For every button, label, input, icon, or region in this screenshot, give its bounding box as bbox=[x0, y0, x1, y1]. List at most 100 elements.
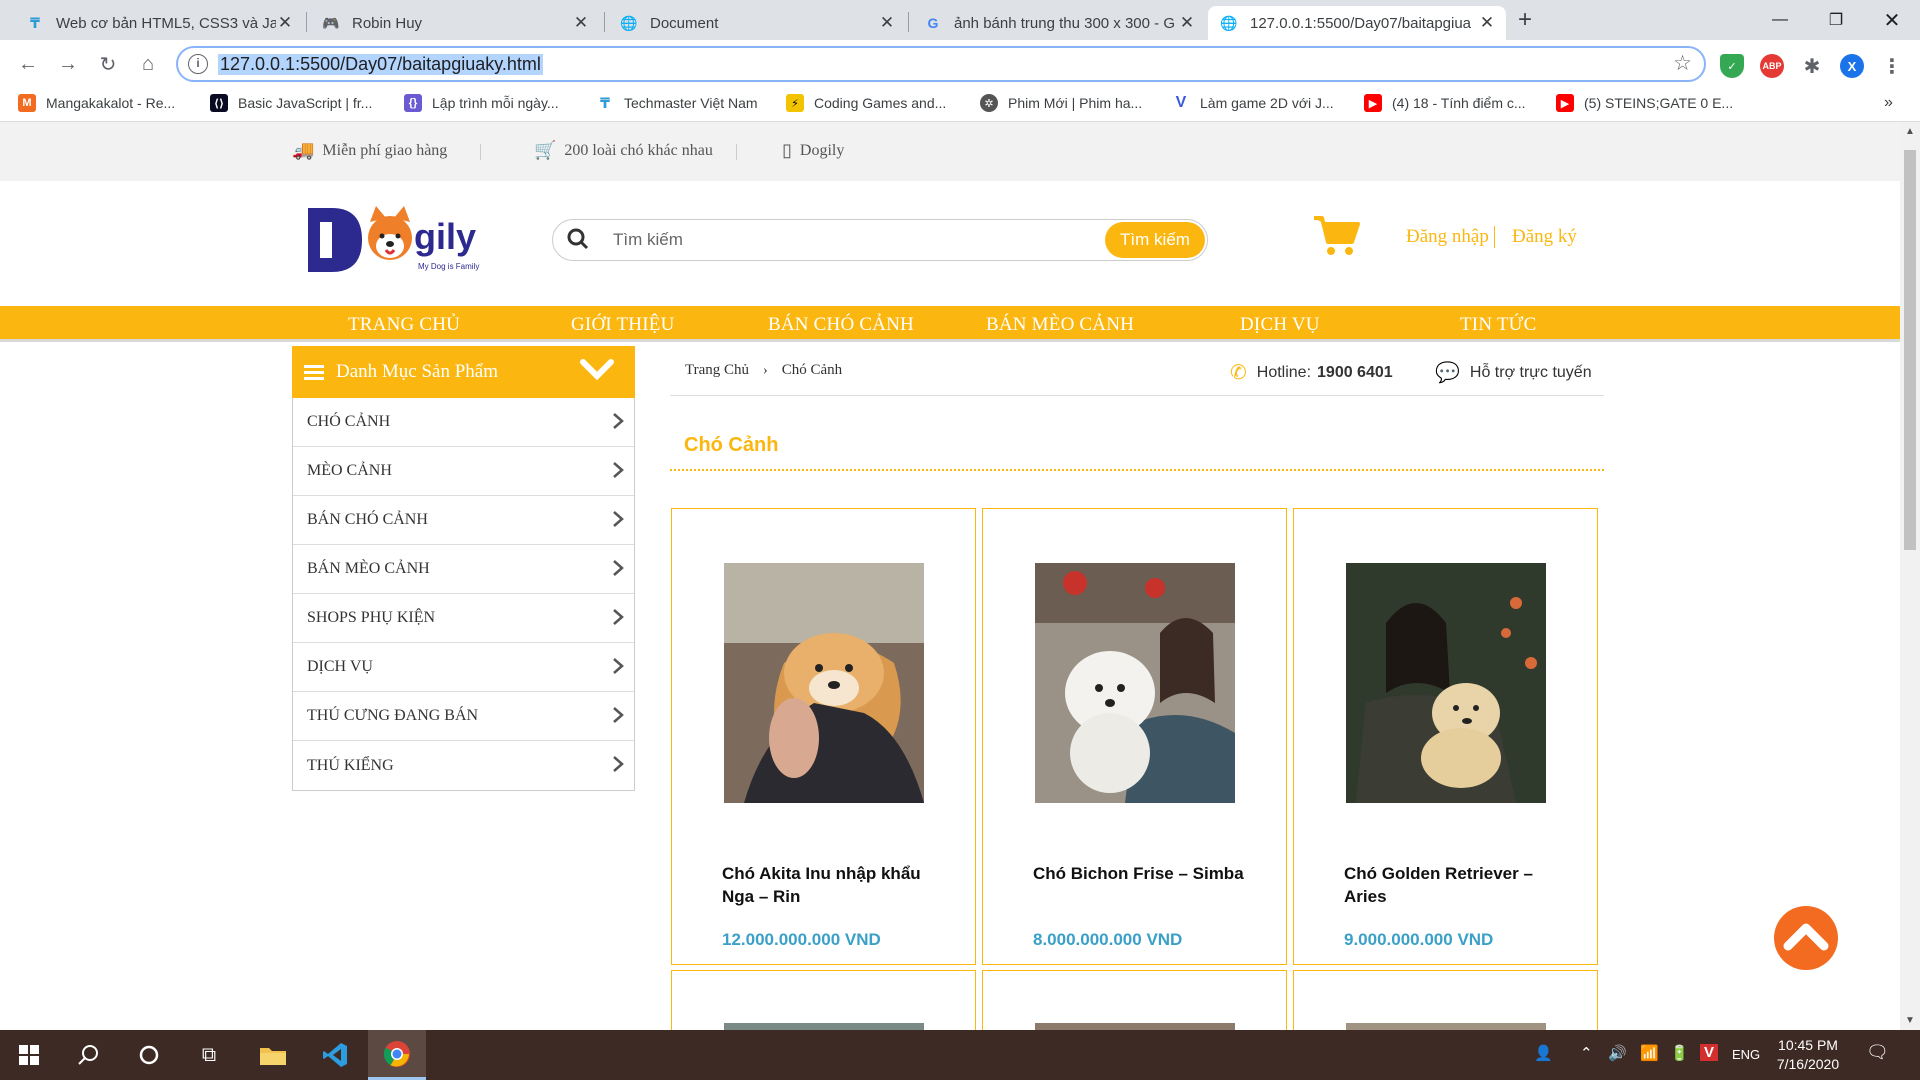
product-image[interactable] bbox=[1346, 563, 1546, 803]
close-icon[interactable]: ✕ bbox=[1478, 13, 1496, 33]
scroll-down-icon[interactable]: ▼ bbox=[1905, 1015, 1915, 1026]
nav-sell-cats[interactable]: BÁN MÈO CẢNH bbox=[986, 314, 1134, 336]
nav-sell-dogs[interactable]: BÁN CHÓ CẢNH bbox=[768, 314, 914, 336]
search-input[interactable]: Tìm kiếm bbox=[613, 230, 683, 250]
browser-tab[interactable]: 🎮 Robin Huy ✕ bbox=[310, 6, 600, 40]
forward-icon[interactable]: → bbox=[52, 48, 84, 80]
product-image[interactable] bbox=[724, 563, 924, 803]
site-logo[interactable]: gily My Dog is Family bbox=[306, 204, 482, 278]
wifi-icon[interactable]: 📶 bbox=[1640, 1044, 1659, 1062]
browser-tab[interactable]: ₸ Web cơ bản HTML5, CSS3 và Jav ✕ bbox=[14, 6, 304, 40]
minimize-button[interactable]: — bbox=[1752, 0, 1808, 40]
back-to-top-button[interactable] bbox=[1774, 906, 1838, 970]
close-window-button[interactable]: ✕ bbox=[1864, 0, 1920, 40]
product-name[interactable]: Chó Akita Inu nhập khẩu Nga – Rin bbox=[722, 862, 952, 908]
vscode-icon[interactable] bbox=[306, 1030, 364, 1080]
category-item[interactable]: BÁN MÈO CẢNH bbox=[293, 545, 634, 594]
category-item[interactable]: BÁN CHÓ CẢNH bbox=[293, 496, 634, 545]
scrollbar-thumb[interactable] bbox=[1904, 150, 1916, 550]
star-icon[interactable]: ☆ bbox=[1673, 51, 1692, 76]
notifications-icon[interactable]: 🗨 bbox=[1866, 1042, 1889, 1063]
register-link[interactable]: Đăng ký bbox=[1512, 226, 1577, 248]
category-item[interactable]: CHÓ CẢNH bbox=[293, 398, 634, 447]
search-button[interactable]: Tìm kiếm bbox=[1105, 222, 1205, 258]
product-card[interactable]: Chó Akita Inu nhập khẩu Nga – Rin 12.000… bbox=[671, 508, 976, 965]
adblock-icon[interactable]: ABP bbox=[1760, 54, 1784, 78]
people-icon[interactable]: 👤 bbox=[1534, 1044, 1553, 1062]
address-bar[interactable]: i 127.0.0.1:5500/Day07/baitapgiuaky.html… bbox=[176, 46, 1706, 82]
shield-icon[interactable]: ✓ bbox=[1720, 54, 1744, 78]
bookmark-item[interactable]: V Làm game 2D với J... bbox=[1172, 94, 1334, 112]
new-tab-button[interactable]: + bbox=[1518, 6, 1532, 34]
cart-icon[interactable] bbox=[1312, 214, 1360, 258]
product-card[interactable] bbox=[982, 970, 1287, 1030]
system-clock[interactable]: 10:45 PM 7/16/2020 bbox=[1768, 1036, 1848, 1074]
browser-tab-active[interactable]: 🌐 127.0.0.1:5500/Day07/baitapgiua ✕ bbox=[1208, 6, 1506, 40]
home-icon[interactable]: ⌂ bbox=[132, 48, 164, 80]
category-header[interactable]: Danh Mục Sản Phẩm bbox=[292, 346, 635, 398]
bookmark-item[interactable]: ▶ (4) 18 - Tính điểm c... bbox=[1364, 94, 1526, 112]
extensions-icon[interactable]: ✱ bbox=[1800, 54, 1824, 78]
info-icon[interactable]: i bbox=[188, 54, 208, 74]
menu-icon[interactable]: ⋮ bbox=[1880, 54, 1904, 78]
bookmark-item[interactable]: ₸ Techmaster Việt Nam bbox=[596, 94, 757, 112]
bookmark-item[interactable]: ⚡ Coding Games and... bbox=[786, 94, 946, 112]
file-explorer-icon[interactable] bbox=[244, 1030, 302, 1080]
product-image[interactable] bbox=[1346, 1023, 1546, 1030]
nav-about[interactable]: GIỚI THIỆU bbox=[571, 314, 675, 336]
online-support[interactable]: 💬 Hỗ trợ trực tuyến bbox=[1435, 360, 1592, 385]
product-card[interactable] bbox=[671, 970, 976, 1030]
close-icon[interactable]: ✕ bbox=[878, 13, 896, 33]
url-text[interactable]: 127.0.0.1:5500/Day07/baitapgiuaky.html bbox=[218, 54, 543, 75]
category-item[interactable]: THÚ KIỂNG bbox=[293, 741, 634, 790]
browser-tab[interactable]: G ảnh bánh trung thu 300 x 300 - G ✕ bbox=[912, 6, 1206, 40]
bookmark-item[interactable]: M Mangakakalot - Re... bbox=[18, 94, 175, 112]
task-view-icon[interactable]: ⧉ bbox=[180, 1030, 238, 1080]
unikey-icon[interactable]: V bbox=[1700, 1044, 1719, 1061]
product-card[interactable]: Chó Bichon Frise – Simba 8.000.000.000 V… bbox=[982, 508, 1287, 965]
battery-icon[interactable]: 🔋 bbox=[1670, 1044, 1689, 1062]
product-card[interactable] bbox=[1293, 970, 1598, 1030]
close-icon[interactable]: ✕ bbox=[572, 13, 590, 33]
chevron-up-icon[interactable]: ⌃ bbox=[1580, 1044, 1593, 1062]
category-item[interactable]: SHOPS PHỤ KIỆN bbox=[293, 594, 634, 643]
bookmark-item[interactable]: ✲ Phim Mới | Phim ha... bbox=[980, 94, 1142, 112]
scroll-up-icon[interactable]: ▲ bbox=[1905, 126, 1915, 137]
product-name[interactable]: Chó Bichon Frise – Simba bbox=[1033, 862, 1263, 885]
page-scrollbar[interactable]: ▲ ▼ bbox=[1900, 122, 1920, 1030]
product-image[interactable] bbox=[1035, 1023, 1235, 1030]
category-item[interactable]: DỊCH VỤ bbox=[293, 643, 634, 692]
auth-divider bbox=[1494, 226, 1495, 248]
category-item[interactable]: MÈO CẢNH bbox=[293, 447, 634, 496]
hotline-number[interactable]: 1900 6401 bbox=[1317, 364, 1393, 382]
product-image[interactable] bbox=[1035, 563, 1235, 803]
login-link[interactable]: Đăng nhập bbox=[1406, 226, 1489, 248]
search-icon[interactable] bbox=[567, 228, 589, 256]
nav-services[interactable]: DỊCH VỤ bbox=[1240, 314, 1320, 336]
close-icon[interactable]: ✕ bbox=[276, 13, 294, 33]
windows-start-icon[interactable] bbox=[0, 1030, 58, 1080]
browser-tab[interactable]: 🌐 Document ✕ bbox=[608, 6, 906, 40]
search-icon[interactable] bbox=[60, 1030, 118, 1080]
restore-button[interactable]: ❐ bbox=[1808, 0, 1864, 40]
reload-icon[interactable]: ↻ bbox=[92, 48, 124, 80]
volume-icon[interactable]: 🔊 bbox=[1608, 1044, 1627, 1062]
nav-news[interactable]: TIN TỨC bbox=[1460, 314, 1536, 336]
breadcrumb-home[interactable]: Trang Chủ bbox=[685, 362, 749, 379]
category-item[interactable]: THÚ CƯNG ĐANG BÁN bbox=[293, 692, 634, 741]
chrome-icon[interactable] bbox=[368, 1030, 426, 1080]
close-icon[interactable]: ✕ bbox=[1178, 13, 1196, 33]
language-indicator[interactable]: ENG bbox=[1732, 1047, 1760, 1062]
product-card[interactable]: Chó Golden Retriever – Aries 9.000.000.0… bbox=[1293, 508, 1598, 965]
more-bookmarks-icon[interactable]: » bbox=[1884, 94, 1893, 112]
bookmark-item[interactable]: ⟨⟩ Basic JavaScript | fr... bbox=[210, 94, 372, 112]
nav-home[interactable]: TRANG CHỦ bbox=[348, 314, 460, 336]
cortana-icon[interactable] bbox=[120, 1030, 178, 1080]
bookmark-item[interactable]: {} Lập trình mỗi ngày... bbox=[404, 94, 559, 112]
bookmark-label: (5) STEINS;GATE 0 E... bbox=[1584, 95, 1734, 111]
back-icon[interactable]: ← bbox=[12, 48, 44, 80]
profile-avatar[interactable]: X bbox=[1840, 54, 1864, 78]
bookmark-item[interactable]: ▶ (5) STEINS;GATE 0 E... bbox=[1556, 94, 1733, 112]
product-image[interactable] bbox=[724, 1023, 924, 1030]
product-name[interactable]: Chó Golden Retriever – Aries bbox=[1344, 862, 1574, 908]
